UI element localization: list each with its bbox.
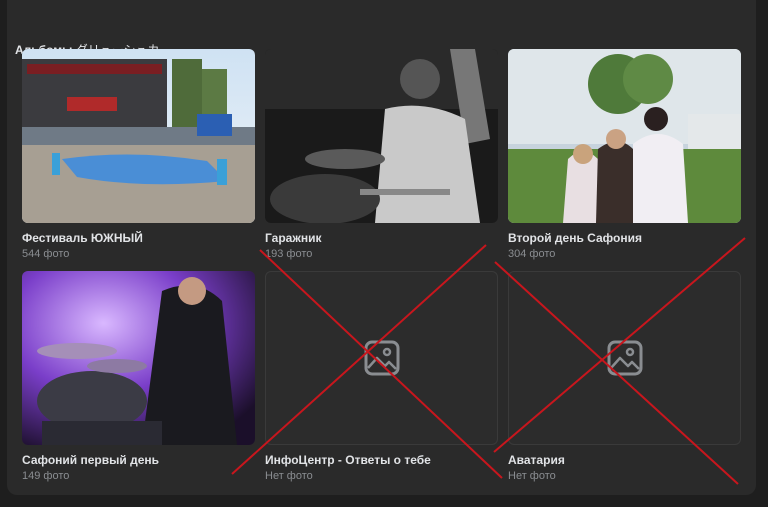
album-count: 544 фото (22, 248, 70, 260)
album-count: 193 фото (265, 248, 313, 260)
album-card[interactable]: Аватария Нет фото (508, 271, 741, 482)
album-title[interactable]: ИнфоЦентр - Ответы о тебе (265, 453, 498, 467)
placeholder-image-icon (364, 340, 399, 376)
album-count: Нет фото (265, 470, 313, 482)
album-count: 149 фото (22, 470, 70, 482)
album-cover[interactable] (22, 271, 255, 445)
drummer-bw-photo (265, 49, 498, 223)
album-card[interactable]: Второй день Сафония 304 фото (508, 49, 741, 260)
album-cover[interactable] (22, 49, 255, 223)
album-title[interactable]: Второй день Сафония (508, 231, 741, 245)
album-title[interactable]: Фестиваль ЮЖНЫЙ (22, 231, 255, 245)
placeholder-image-icon (607, 340, 642, 376)
group-outdoor-photo (508, 49, 741, 223)
album-cover[interactable] (508, 49, 741, 223)
album-title[interactable]: Аватария (508, 453, 741, 467)
album-card[interactable]: ИнфоЦентр - Ответы о тебе Нет фото (265, 271, 498, 482)
drummer-purple-photo (22, 271, 255, 445)
album-title[interactable]: Гаражник (265, 231, 498, 245)
album-card[interactable]: Фестиваль ЮЖНЫЙ 544 фото (22, 49, 255, 260)
album-cover-empty[interactable] (508, 271, 741, 445)
album-count: Нет фото (508, 470, 556, 482)
album-cover-empty[interactable] (265, 271, 498, 445)
album-card[interactable]: Сафоний первый день 149 фото (22, 271, 255, 482)
album-card[interactable]: Гаражник 193 фото (265, 49, 498, 260)
album-cover[interactable] (265, 49, 498, 223)
album-count: 304 фото (508, 248, 556, 260)
festival-stage-photo (22, 49, 255, 223)
album-title[interactable]: Сафоний первый день (22, 453, 255, 467)
